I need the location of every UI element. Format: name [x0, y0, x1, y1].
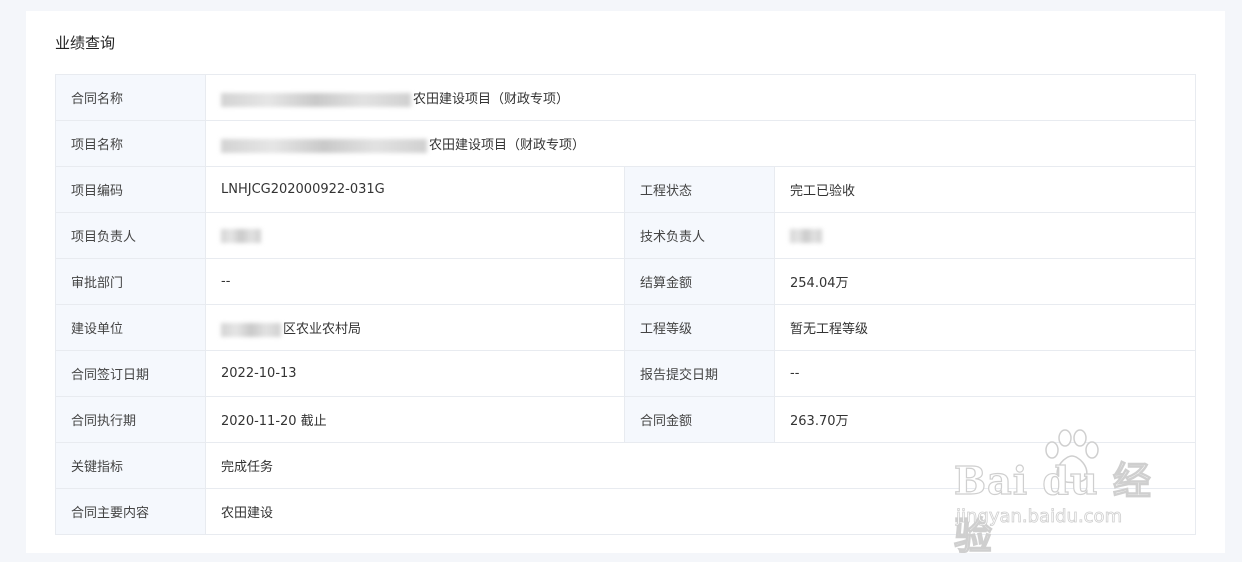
project-status-value: 完工已验收	[773, 166, 1197, 213]
table-row: 项目负责人 技术负责人	[55, 212, 1197, 259]
contract-content-label: 合同主要内容	[55, 488, 206, 535]
table-row: 审批部门 -- 结算金额 254.04万	[55, 258, 1197, 305]
project-name-label: 项目名称	[55, 120, 206, 167]
project-name-value-cell: 农田建设项目（财政专项）	[204, 120, 1197, 167]
project-leader-label: 项目负责人	[55, 212, 206, 259]
table-row: 合同主要内容 农田建设	[55, 488, 1197, 535]
contract-sign-date-value: 2022-10-13	[205, 350, 625, 397]
project-code-label: 项目编码	[55, 166, 206, 213]
key-indicator-label: 关键指标	[55, 442, 206, 489]
page-title: 业绩查询	[55, 34, 116, 52]
approval-dept-label: 审批部门	[55, 258, 206, 305]
redacted-text	[221, 228, 261, 243]
table-row: 项目编码 LNHJCG202000922-031G 工程状态 完工已验收	[55, 166, 1197, 213]
contract-name-label: 合同名称	[55, 74, 206, 121]
redacted-text	[221, 92, 411, 107]
table-row: 合同执行期 2020-11-20 截止 合同金额 263.70万	[55, 396, 1197, 443]
key-indicator-value: 完成任务	[204, 442, 1197, 489]
table-row: 项目名称 农田建设项目（财政专项）	[55, 120, 1197, 167]
contract-name-value-cell: 农田建设项目（财政专项）	[204, 74, 1197, 121]
redacted-text	[221, 322, 281, 337]
report-submit-date-value: --	[773, 350, 1197, 397]
contract-period-value: 2020-11-20 截止	[205, 396, 625, 443]
project-status-label: 工程状态	[624, 166, 775, 213]
settlement-amount-label: 结算金额	[624, 258, 775, 305]
construction-unit-value: 区农业农村局	[283, 322, 362, 337]
settlement-amount-value: 254.04万	[773, 258, 1197, 305]
report-submit-date-label: 报告提交日期	[624, 350, 775, 397]
contract-amount-value: 263.70万	[773, 396, 1197, 443]
table-row: 合同签订日期 2022-10-13 报告提交日期 --	[55, 350, 1197, 397]
table-row: 关键指标 完成任务	[55, 442, 1197, 489]
contract-period-label: 合同执行期	[55, 396, 206, 443]
project-grade-value: 暂无工程等级	[773, 304, 1197, 351]
project-leader-value-cell	[205, 212, 625, 259]
redacted-text	[790, 228, 822, 243]
approval-dept-value: --	[205, 258, 625, 305]
table-row: 合同名称 农田建设项目（财政专项）	[55, 74, 1197, 121]
contract-sign-date-label: 合同签订日期	[55, 350, 206, 397]
project-code-value: LNHJCG202000922-031G	[205, 166, 625, 213]
tech-leader-value-cell	[773, 212, 1197, 259]
contract-name-value: 农田建设项目（财政专项）	[413, 92, 570, 107]
construction-unit-value-cell: 区农业农村局	[205, 304, 625, 351]
construction-unit-label: 建设单位	[55, 304, 206, 351]
table-row: 建设单位 区农业农村局 工程等级 暂无工程等级	[55, 304, 1197, 351]
performance-info-table: 合同名称 农田建设项目（财政专项） 项目名称 农田建设项目（财政专项） 项目编码…	[55, 74, 1197, 535]
project-name-value: 农田建设项目（财政专项）	[429, 138, 586, 153]
redacted-text	[221, 138, 427, 153]
contract-amount-label: 合同金额	[624, 396, 775, 443]
project-grade-label: 工程等级	[624, 304, 775, 351]
results-card: 业绩查询 合同名称 农田建设项目（财政专项） 项目名称 农田建设项目（财政专项）…	[26, 11, 1225, 553]
tech-leader-label: 技术负责人	[624, 212, 775, 259]
contract-content-value: 农田建设	[204, 488, 1197, 535]
